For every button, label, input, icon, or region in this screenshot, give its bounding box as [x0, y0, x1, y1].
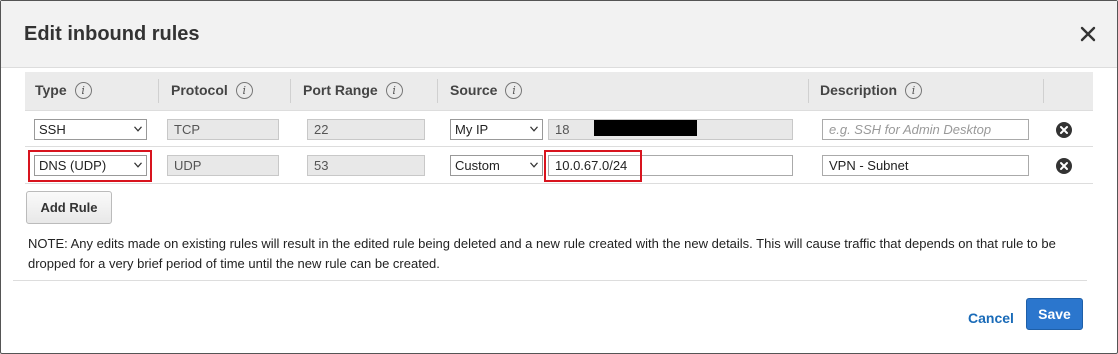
header-description: Description i — [820, 72, 923, 110]
save-button[interactable]: Save — [1026, 298, 1083, 330]
column-divider — [1043, 79, 1044, 103]
protocol-field: TCP — [167, 119, 279, 140]
edit-inbound-rules-dialog: Edit inbound rules Type i Protocol i Port … — [0, 0, 1118, 354]
protocol-field: UDP — [167, 155, 279, 176]
table-row: DNS (UDP) UDP 53 Custom 10.0.67.0/24 VPN… — [25, 147, 1093, 184]
header-source-label: Source — [450, 82, 498, 98]
column-divider — [437, 79, 438, 103]
info-icon[interactable]: i — [385, 82, 403, 99]
column-divider — [290, 79, 291, 103]
column-divider — [808, 79, 809, 103]
cancel-button[interactable]: Cancel — [968, 310, 1014, 326]
dialog-title: Edit inbound rules — [24, 23, 200, 45]
header-source: Source i — [450, 72, 523, 110]
source-type-value: Custom — [455, 158, 500, 173]
port-range-field: 53 — [307, 155, 425, 176]
type-select[interactable]: SSH — [34, 119, 147, 140]
redacted-ip-block — [594, 120, 697, 136]
header-type: Type i — [35, 72, 92, 110]
remove-rule-icon[interactable] — [1056, 122, 1072, 138]
table-header: Type i Protocol i Port Range i Source i Desc… — [25, 72, 1093, 110]
header-port-range: Port Range i — [303, 72, 403, 110]
header-protocol-label: Protocol — [171, 82, 228, 98]
type-select-value: SSH — [39, 122, 66, 137]
table-row: SSH TCP 22 My IP 18 e.g. SSH for Admin D… — [25, 110, 1093, 147]
info-icon[interactable]: i — [905, 82, 923, 99]
source-highlight-box — [544, 150, 642, 182]
add-rule-button[interactable]: Add Rule — [26, 191, 112, 224]
header-port-range-label: Port Range — [303, 82, 378, 98]
info-icon[interactable]: i — [505, 82, 523, 99]
chevron-down-icon — [530, 162, 538, 168]
type-highlight-box — [28, 150, 152, 182]
header-type-label: Type — [35, 82, 67, 98]
close-icon[interactable] — [1077, 23, 1099, 45]
header-protocol: Protocol i — [171, 72, 253, 110]
dialog-header: Edit inbound rules — [1, 1, 1117, 68]
port-range-field: 22 — [307, 119, 425, 140]
chevron-down-icon — [530, 126, 538, 132]
edit-warning-note: NOTE: Any edits made on existing rules w… — [28, 236, 1056, 271]
header-description-label: Description — [820, 82, 898, 98]
footer-divider — [13, 280, 1087, 281]
info-icon[interactable]: i — [235, 82, 253, 99]
rules-table: Type i Protocol i Port Range i Source i Desc… — [25, 72, 1093, 184]
column-divider — [158, 79, 159, 103]
source-type-select[interactable]: My IP — [450, 119, 543, 140]
info-icon[interactable]: i — [74, 82, 92, 99]
remove-rule-icon[interactable] — [1056, 158, 1072, 174]
description-field[interactable]: VPN - Subnet — [822, 155, 1029, 176]
description-field[interactable]: e.g. SSH for Admin Desktop — [822, 119, 1029, 140]
source-type-value: My IP — [455, 122, 489, 137]
chevron-down-icon — [134, 126, 142, 132]
source-type-select[interactable]: Custom — [450, 155, 543, 176]
